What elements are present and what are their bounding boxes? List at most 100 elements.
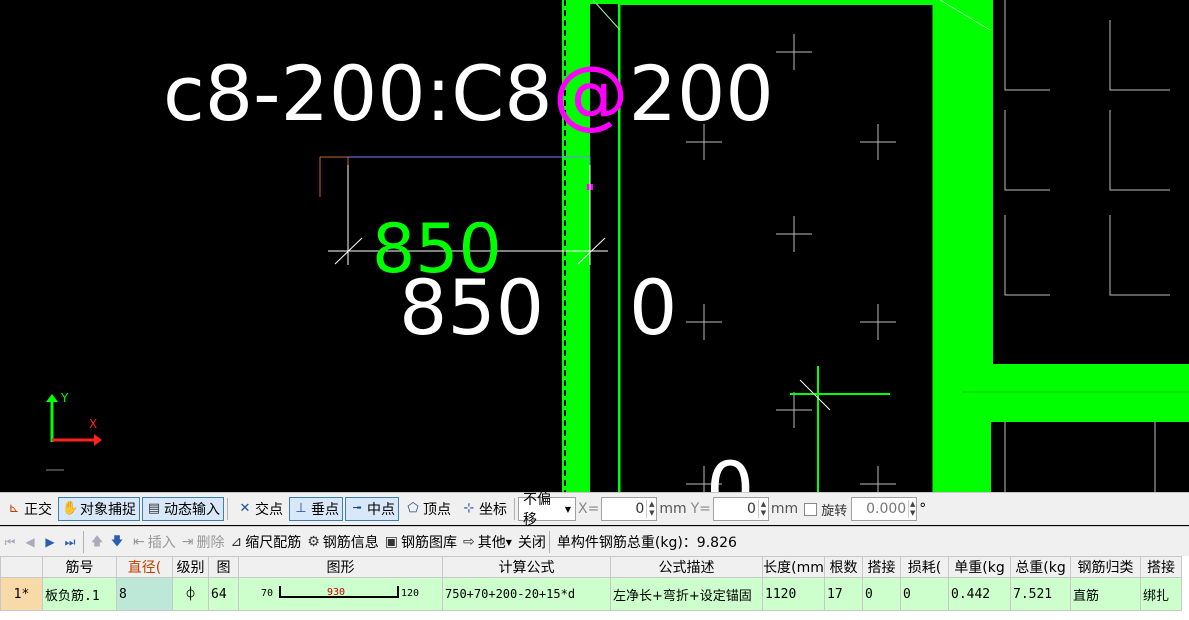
col-header[interactable]: 图形 [238, 556, 443, 578]
vertex-label: 顶点 [423, 502, 451, 518]
cell-grade[interactable]: ⌽ [172, 577, 209, 611]
coordinate-label: 坐标 [479, 502, 507, 518]
rebar-library-button[interactable]: ▣ 钢筋图库 [385, 532, 457, 552]
x-input[interactable]: ▲▼ [601, 497, 658, 521]
cell-count[interactable]: 17 [824, 577, 863, 611]
midpoint-label: 中点 [367, 502, 395, 518]
cell-formula[interactable]: 750+70+200-20+15*d [442, 577, 611, 611]
cell-category[interactable]: 直筋 [1070, 577, 1141, 611]
cell-loss[interactable]: 0 [900, 577, 949, 611]
move-down-icon[interactable]: 🡇 [107, 532, 127, 553]
y-spinner[interactable]: ▲ ▼ [757, 500, 768, 518]
midpoint-snap-button[interactable]: ╼ 中点 [345, 497, 399, 521]
y-label: Y= [690, 501, 711, 517]
coordinate-icon: ⊹ [463, 501, 475, 516]
rotate-spinner[interactable]: ▲ ▼ [908, 500, 916, 518]
insert-button[interactable]: ⇤ 插入 [133, 532, 176, 552]
y-field[interactable] [713, 500, 758, 518]
close-button[interactable]: 关闭 [518, 532, 546, 552]
cell-unit-weight[interactable]: 0.442 [948, 577, 1011, 611]
intersection-label: 交点 [255, 502, 283, 518]
cell-description[interactable]: 左净长+弯折+设定锚固 [610, 577, 763, 611]
prev-record-icon[interactable]: ◀ [20, 535, 40, 549]
col-header[interactable]: 单重(kg [948, 556, 1011, 578]
first-record-icon[interactable]: ⏮ [0, 535, 20, 550]
cell-lap[interactable]: 0 [862, 577, 901, 611]
object-snap-button[interactable]: ✋ 对象捕捉 [58, 497, 140, 521]
table-header-row: 筋号 直径( 级别 图 图形 计算公式 公式描述 长度(mm 根数 搭接 损耗(… [0, 556, 1182, 578]
insert-icon: ⇤ [133, 534, 145, 550]
object-snap-label: 对象捕捉 [80, 502, 136, 518]
col-header[interactable]: 筋号 [42, 556, 117, 578]
rebar-label-spec: c8-200:C8 [163, 49, 553, 138]
snap-icon: ✋ [62, 501, 79, 516]
rotate-checkbox[interactable] [804, 502, 818, 516]
chevron-down-icon: ▼ [564, 504, 571, 514]
ortho-button[interactable]: ⊾ 正交 [2, 497, 56, 521]
separator [83, 531, 84, 553]
col-header[interactable]: 损耗( [900, 556, 949, 578]
vertex-snap-button[interactable]: ⬠ 顶点 [401, 497, 455, 521]
cell-length[interactable]: 1120 [762, 577, 825, 611]
cell-shape-no[interactable]: 64 [208, 577, 239, 611]
col-header[interactable]: 总重(kg [1010, 556, 1071, 578]
col-header[interactable]: 公式描述 [610, 556, 763, 578]
move-up-icon[interactable]: 🡅 [87, 532, 107, 553]
delete-label: 删除 [196, 535, 225, 551]
insert-label: 插入 [147, 535, 176, 551]
next-record-icon[interactable]: ▶ [40, 535, 60, 549]
x-unit: mm [659, 501, 687, 517]
corner-header [0, 556, 43, 578]
other-menu-button[interactable]: ⇨ 其他 ▼ [463, 532, 512, 552]
cell-shape[interactable]: 70 930 120 [238, 577, 443, 611]
rotate-input[interactable]: ▲▼ [851, 497, 918, 521]
rebar-toolbar: ⏮ ◀ ▶ ⏭ 🡅 🡇 ⇤ 插入 ⇥ 删除 ⊿ 缩尺配筋 ⚙ 钢筋信息 ▣ 钢筋图库 ⇨ 其… [0, 526, 1189, 557]
vertex-icon: ⬠ [407, 501, 419, 516]
cell-bar-no[interactable]: 板负筋.1 [42, 577, 117, 611]
rebar-info-button[interactable]: ⚙ 钢筋信息 [307, 532, 379, 552]
offset-select[interactable]: 不偏移 ▼ [518, 492, 576, 528]
x-field[interactable] [602, 500, 647, 518]
perpendicular-icon: ⊥ [295, 501, 307, 516]
cell-lap-type[interactable]: 绑扎 [1140, 577, 1182, 611]
col-header[interactable]: 搭接 [862, 556, 901, 578]
row-number[interactable]: 1* [0, 577, 43, 611]
rotate-field[interactable] [852, 500, 909, 518]
dynamic-input-icon: ▤ [147, 501, 161, 516]
y-input[interactable]: ▲▼ [712, 497, 769, 521]
cad-canvas[interactable]: c8-200:C8@200 850 850 0 0 Y X [0, 0, 1189, 492]
scale-rebar-button[interactable]: ⊿ 缩尺配筋 [230, 532, 301, 552]
wall-right-strip [991, 0, 993, 366]
col-header[interactable]: 搭接 [1140, 556, 1182, 578]
partial-digit: 0 [706, 452, 754, 492]
cell-diameter[interactable]: 8 [116, 577, 173, 611]
x-spinner[interactable]: ▲ ▼ [646, 500, 656, 518]
delete-button[interactable]: ⇥ 删除 [182, 532, 225, 552]
col-header[interactable]: 根数 [824, 556, 863, 578]
scale-rebar-icon: ⊿ [230, 534, 243, 550]
col-header[interactable]: 级别 [172, 556, 209, 578]
rotate-label: 旋转 [821, 503, 848, 519]
col-header[interactable]: 直径( [116, 556, 173, 578]
wall-right-band [962, 364, 1189, 422]
last-record-icon[interactable]: ⏭ [60, 535, 80, 550]
rebar-library-icon: ▣ [384, 534, 398, 550]
shape-mid-value: 930 [327, 587, 346, 598]
ortho-icon: ⊾ [8, 501, 20, 516]
y-unit: mm [770, 501, 799, 517]
table-row[interactable]: 1* 板负筋.1 8 ⌽ 64 70 930 120 750+70+200-20… [0, 577, 1182, 611]
coordinate-snap-button[interactable]: ⊹ 坐标 [457, 497, 511, 521]
cell-total-weight[interactable]: 7.521 [1010, 577, 1071, 611]
perpendicular-snap-button[interactable]: ⊥ 垂点 [289, 497, 343, 521]
col-header[interactable]: 钢筋归类 [1070, 556, 1141, 578]
intersection-snap-button[interactable]: ✕ 交点 [233, 497, 287, 521]
perpendicular-label: 垂点 [311, 502, 339, 518]
shape-right-value: 120 [401, 588, 420, 599]
dropdown-arrow-icon: ▼ [505, 537, 512, 547]
dynamic-input-button[interactable]: ▤ 动态输入 [142, 497, 224, 521]
col-header[interactable]: 图 [208, 556, 239, 578]
col-header[interactable]: 计算公式 [442, 556, 611, 578]
rebar-info-label: 钢筋信息 [322, 535, 379, 551]
offset-select-value: 不偏移 [523, 492, 551, 528]
col-header[interactable]: 长度(mm [762, 556, 825, 578]
